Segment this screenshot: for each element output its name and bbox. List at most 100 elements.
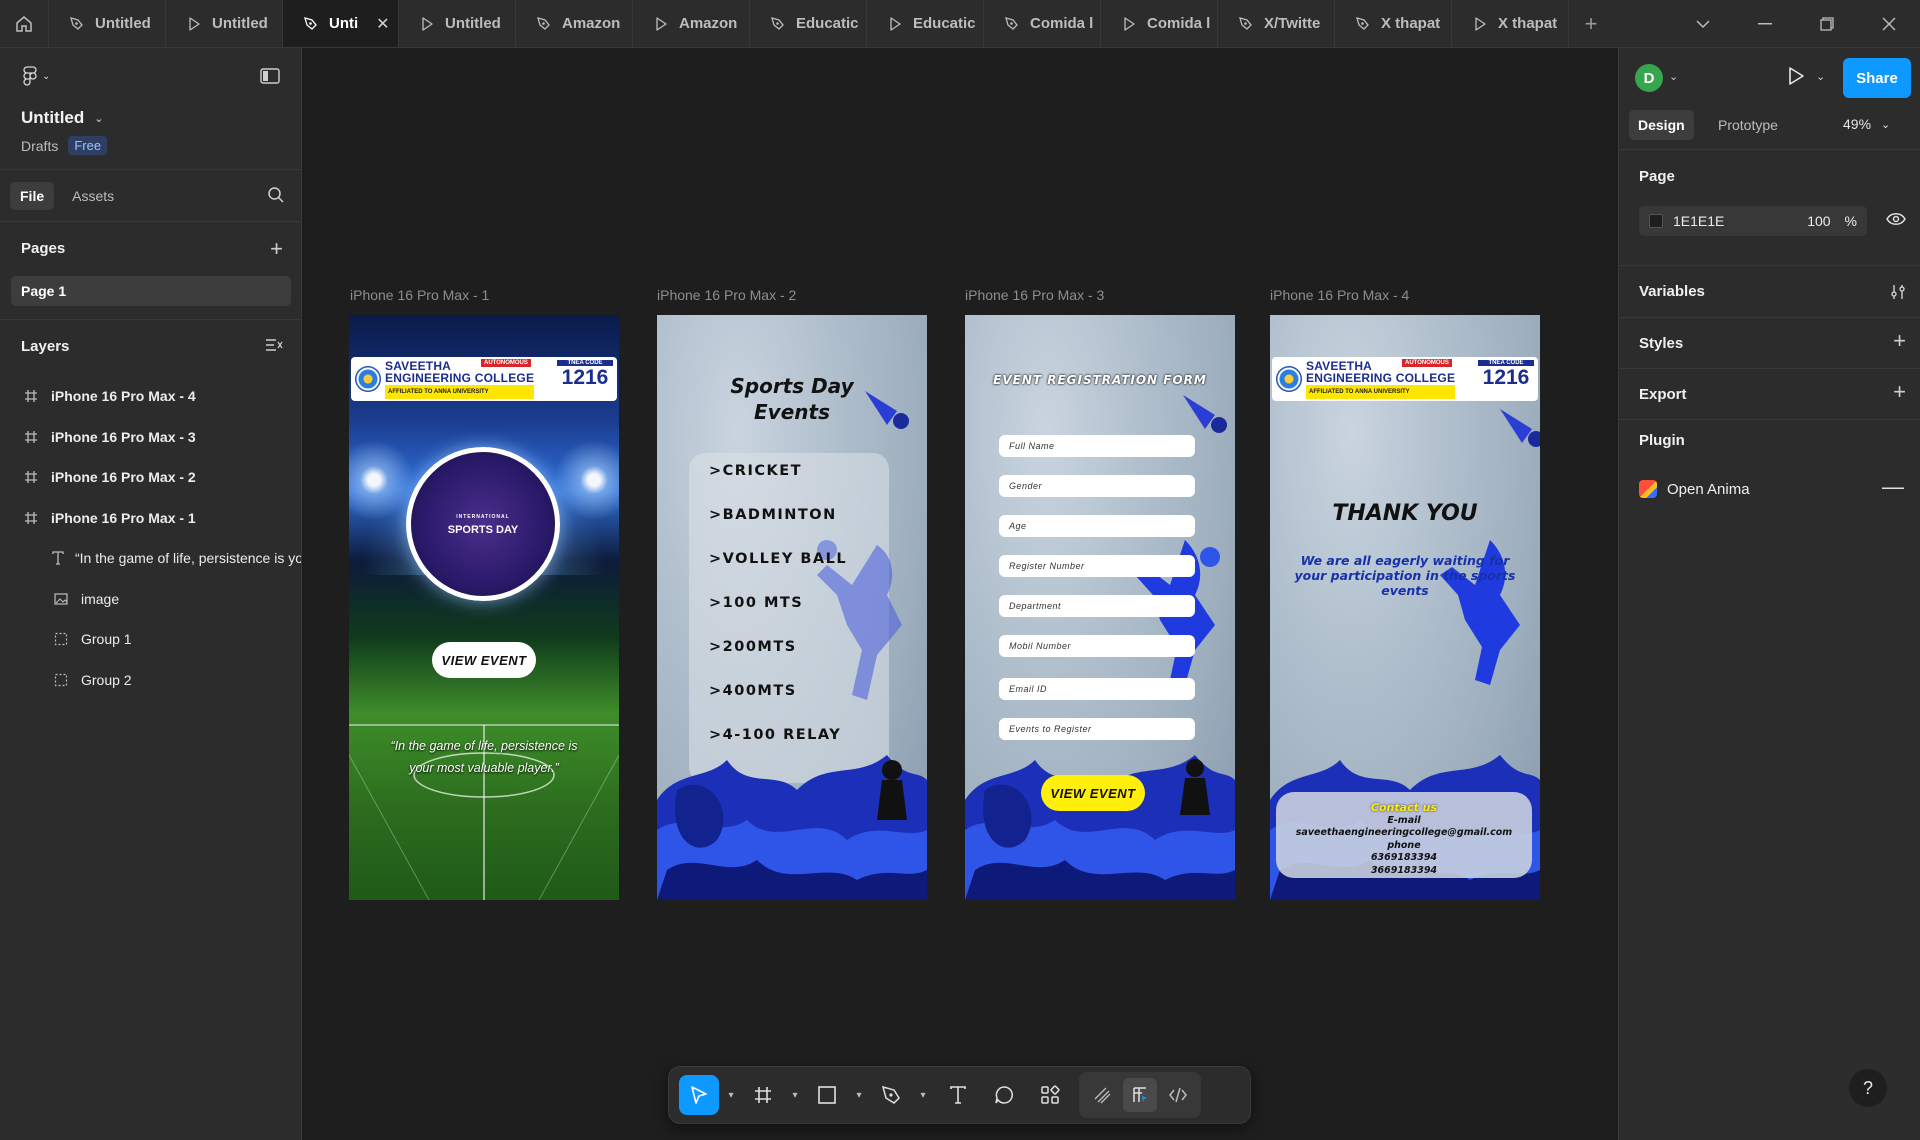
plugin-item[interactable]: Open Anima: [1639, 480, 1750, 498]
tab-file[interactable]: File: [10, 181, 55, 210]
move-tool-button[interactable]: [679, 1075, 719, 1115]
file-tab[interactable]: Amazon: [633, 0, 750, 47]
layer-item[interactable]: Group 1: [0, 619, 301, 659]
view-event-button[interactable]: VIEW EVENT: [432, 642, 536, 678]
new-tab-button[interactable]: +: [1569, 0, 1613, 47]
tab-assets[interactable]: Assets: [62, 182, 124, 210]
file-tab[interactable]: Untitled: [49, 0, 166, 47]
add-page-button[interactable]: +: [270, 236, 283, 262]
close-window-button[interactable]: [1858, 0, 1920, 48]
minimize-button[interactable]: [1734, 0, 1796, 48]
drafts-link[interactable]: Drafts: [21, 138, 58, 154]
form-field[interactable]: Register Number: [999, 555, 1195, 577]
layer-item[interactable]: iPhone 16 Pro Max - 2: [0, 457, 301, 497]
frame-label[interactable]: iPhone 16 Pro Max - 2: [657, 287, 796, 303]
page-color-hex[interactable]: 1E1E1E: [1673, 213, 1724, 229]
file-tab[interactable]: X/Twitte: [1218, 0, 1335, 47]
file-tab[interactable]: Educatic: [867, 0, 984, 47]
layer-item[interactable]: iPhone 16 Pro Max - 4: [0, 376, 301, 416]
file-tab[interactable]: Comida l: [1101, 0, 1218, 47]
frame-label[interactable]: iPhone 16 Pro Max - 3: [965, 287, 1104, 303]
visibility-toggle[interactable]: [1886, 212, 1906, 231]
file-tab[interactable]: Unti ✕: [283, 0, 399, 47]
prototype-file-icon: [656, 16, 667, 31]
present-button[interactable]: [1787, 66, 1805, 91]
file-tab[interactable]: Untitled: [166, 0, 283, 47]
variables-settings-button[interactable]: [1890, 280, 1906, 306]
frame-label[interactable]: iPhone 16 Pro Max - 1: [350, 287, 489, 303]
window-controls: [1672, 0, 1920, 47]
add-export-button[interactable]: +: [1893, 379, 1906, 405]
shape-tool-button[interactable]: [807, 1075, 847, 1115]
file-tab[interactable]: Untitled: [399, 0, 516, 47]
chevron-down-icon[interactable]: ⌄: [1816, 70, 1825, 83]
avatar[interactable]: D: [1635, 64, 1663, 92]
form-field[interactable]: Department: [999, 595, 1195, 617]
page-item[interactable]: Page 1: [11, 276, 291, 306]
file-tab[interactable]: Amazon: [516, 0, 633, 47]
home-button[interactable]: [0, 0, 49, 47]
restore-button[interactable]: [1796, 0, 1858, 48]
event-item: >100 MTS: [709, 595, 804, 611]
color-swatch[interactable]: [1649, 214, 1663, 228]
frame-tool-menu[interactable]: ▾: [783, 1075, 807, 1115]
add-style-button[interactable]: +: [1893, 328, 1906, 354]
page-color-input[interactable]: 1E1E1E 100 %: [1639, 206, 1867, 236]
form-field[interactable]: Gender: [999, 475, 1195, 497]
layer-item[interactable]: image: [0, 579, 301, 619]
layer-item[interactable]: iPhone 16 Pro Max - 1: [0, 498, 301, 538]
canvas[interactable]: iPhone 16 Pro Max - 1 iPhone 16 Pro Max …: [302, 48, 1618, 1140]
phone-frame-4[interactable]: SAVEETHA ENGINEERING COLLEGE AFFILIATED …: [1270, 315, 1540, 900]
pen-tool-button[interactable]: [871, 1075, 911, 1115]
actions-button[interactable]: [1027, 1075, 1073, 1115]
layer-item[interactable]: Group 2: [0, 660, 301, 700]
prototype-file-icon: [186, 16, 202, 32]
layer-item[interactable]: iPhone 16 Pro Max - 3: [0, 417, 301, 457]
design-mode-button[interactable]: [1123, 1078, 1157, 1112]
tab-prototype[interactable]: Prototype: [1709, 110, 1787, 140]
frame-tool-button[interactable]: [743, 1075, 783, 1115]
close-tab-icon[interactable]: ✕: [376, 14, 389, 34]
comment-tool-button[interactable]: [981, 1075, 1027, 1115]
text-tool-button[interactable]: [935, 1075, 981, 1115]
form-field[interactable]: Events to Register: [999, 718, 1195, 740]
remove-plugin-button[interactable]: —: [1882, 474, 1904, 500]
tabs-dropdown-button[interactable]: [1672, 0, 1734, 48]
page-opacity[interactable]: 100 %: [1807, 213, 1857, 229]
file-tab[interactable]: X thapat: [1452, 0, 1569, 47]
comment-icon: [995, 1086, 1013, 1104]
form-field[interactable]: Full Name: [999, 435, 1195, 457]
frame-label[interactable]: iPhone 16 Pro Max - 4: [1270, 287, 1409, 303]
file-title[interactable]: Untitled ⌄: [21, 108, 104, 128]
anima-logo-icon: [1639, 480, 1657, 498]
pen-tool-menu[interactable]: ▾: [911, 1075, 935, 1115]
chevron-down-icon[interactable]: ⌄: [1669, 70, 1678, 83]
shape-tool-menu[interactable]: ▾: [847, 1075, 871, 1115]
phone-frame-1[interactable]: SAVEETHA ENGINEERING COLLEGE AFFILIATED …: [349, 315, 619, 900]
zoom-dropdown[interactable]: 49% ⌄: [1843, 116, 1890, 132]
move-tool-menu[interactable]: ▾: [719, 1075, 743, 1115]
file-tab[interactable]: Comida l: [984, 0, 1101, 47]
variables-heading[interactable]: Variables: [1639, 283, 1705, 300]
tab-label: Unti: [329, 15, 359, 32]
share-button[interactable]: Share: [1843, 58, 1911, 98]
main-menu-button[interactable]: ⌄: [22, 66, 50, 86]
form-field[interactable]: Email ID: [999, 678, 1195, 700]
toggle-sidebar-button[interactable]: [260, 68, 280, 89]
layers-options-button[interactable]: [265, 338, 283, 357]
styles-section: Styles +: [1619, 318, 1920, 369]
tab-design[interactable]: Design: [1629, 110, 1694, 140]
file-tab[interactable]: X thapat: [1335, 0, 1452, 47]
view-event-button[interactable]: VIEW EVENT: [1041, 775, 1145, 811]
phone-frame-3[interactable]: EVENT REGISTRATION FORM Full Name Gender A…: [965, 315, 1235, 900]
dev-mode-button[interactable]: [1161, 1075, 1195, 1115]
help-button[interactable]: ?: [1848, 1068, 1888, 1108]
draw-mode-button[interactable]: [1085, 1075, 1119, 1115]
prototype-file-icon: [422, 16, 433, 31]
layer-item[interactable]: “In the game of life, persistence is you…: [0, 538, 301, 578]
form-field[interactable]: Age: [999, 515, 1195, 537]
file-tab[interactable]: Educatic: [750, 0, 867, 47]
phone-frame-2[interactable]: Sports Day Events >CRICKET >BADMINTON >VOL…: [657, 315, 927, 900]
form-field[interactable]: Mobil Number: [999, 635, 1195, 657]
search-button[interactable]: [267, 186, 285, 209]
